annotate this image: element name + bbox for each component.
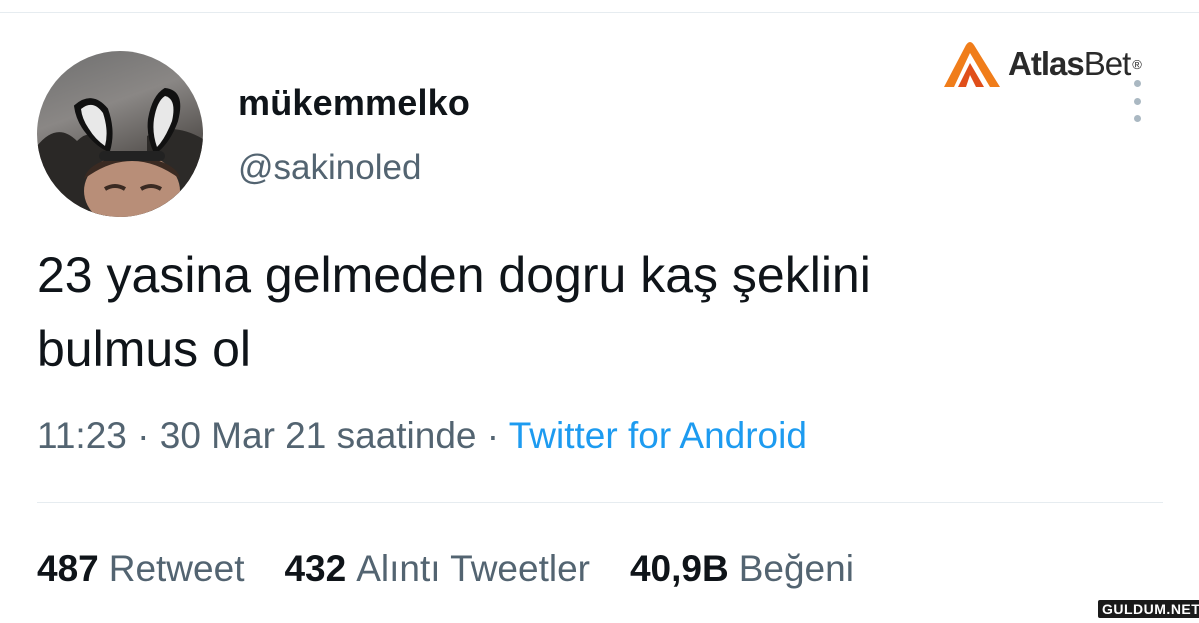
tweet-stats: 487 Retweet 432 Alıntı Tweetler 40,9B Beğen…	[37, 548, 854, 590]
more-dot	[1133, 97, 1141, 105]
brand-logo: AtlasBet ®	[940, 36, 1142, 92]
tweet-date[interactable]: 30 Mar 21 saatinde	[160, 415, 477, 456]
avatar[interactable]	[37, 51, 203, 217]
quote-tweets-label: Alıntı Tweetler	[356, 548, 590, 589]
likes-count: 40,9B	[629, 548, 729, 589]
likes-label: Beğeni	[738, 548, 854, 589]
tweet-text: 23 yasina gelmeden dogru kaş şeklini bul…	[37, 238, 1167, 386]
atlasbet-logo-icon	[944, 42, 1000, 87]
meta-separator: ·	[126, 415, 160, 456]
avatar-image	[37, 87, 203, 217]
brand-name-thin: Bet	[1083, 45, 1132, 82]
tweet-text-line2: bulmus ol	[37, 321, 251, 377]
brand-registered-mark: ®	[1132, 56, 1142, 72]
retweet-count: 487	[37, 548, 99, 589]
brand-name-bold: Atlas	[1008, 45, 1085, 82]
tweet-metadata: 11:23 · 30 Mar 21 saatinde · Twitter for…	[37, 415, 807, 457]
quote-tweets-stat[interactable]: 432 Alıntı Tweetler	[284, 548, 590, 590]
watermark: GULDUM.NET	[1098, 600, 1199, 618]
retweet-stat[interactable]: 487 Retweet	[37, 548, 244, 590]
stats-divider	[37, 502, 1163, 503]
quote-tweets-count: 432	[284, 548, 347, 589]
tweet-source-link[interactable]: Twitter for Android	[509, 415, 807, 456]
more-options-icon[interactable]	[1128, 80, 1146, 122]
display-name[interactable]: mükemmelko	[238, 82, 470, 124]
more-dot	[1133, 115, 1141, 122]
more-dot	[1133, 80, 1141, 87]
brand-name: AtlasBet	[1008, 45, 1132, 83]
tweet-text-line1: 23 yasina gelmeden dogru kaş şeklini	[37, 247, 871, 303]
tweet-time[interactable]: 11:23	[37, 415, 127, 456]
user-handle[interactable]: @sakinoled	[238, 148, 421, 188]
top-divider	[0, 12, 1199, 13]
meta-separator: ·	[476, 415, 509, 456]
likes-stat[interactable]: 40,9B Beğeni	[630, 548, 854, 590]
retweet-label: Retweet	[108, 548, 245, 589]
